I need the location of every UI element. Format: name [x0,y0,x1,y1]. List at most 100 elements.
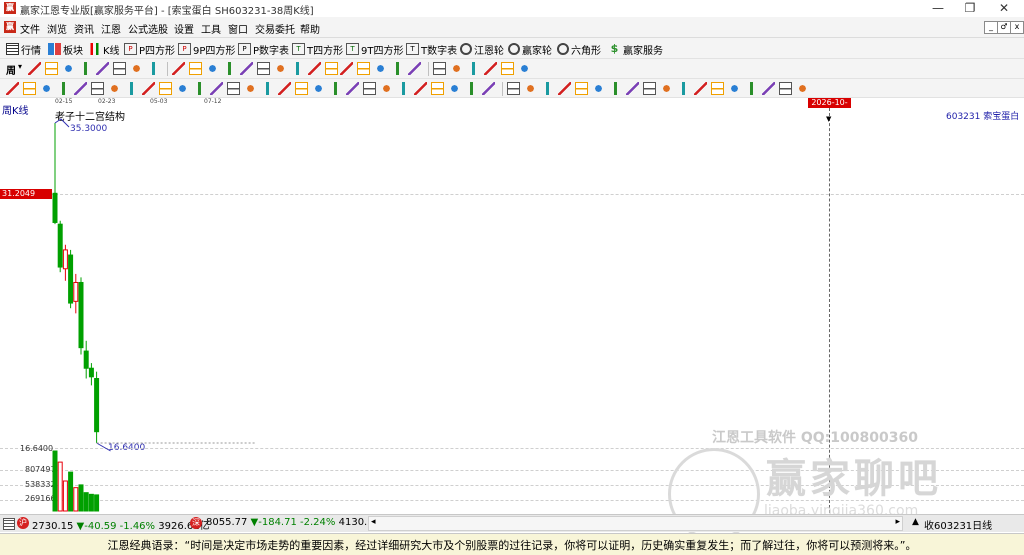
indicator-tool-44-icon[interactable] [745,82,758,95]
p-square-button[interactable]: P P四方形 [124,41,175,57]
indicator-tool-42-icon[interactable] [711,82,724,95]
9p-square-button[interactable]: P 9P四方形 [178,41,235,57]
indicator-tool-5-icon[interactable] [74,82,87,95]
menu-tools[interactable]: 工具 [201,21,221,36]
indicator-tool-37-icon[interactable] [626,82,639,95]
indicator-tool-47-icon[interactable] [796,82,809,95]
indicator-tool-16-icon[interactable] [261,82,274,95]
draw-tool-17-icon[interactable] [308,62,321,75]
indicator-tool-1-icon[interactable] [6,82,19,95]
close-button[interactable]: ✕ [988,0,1020,17]
period-selector[interactable]: 周 [6,62,16,77]
indicator-tool-13-icon[interactable] [210,82,223,95]
draw-tool-18-icon[interactable] [325,62,338,75]
indicator-tool-46-icon[interactable] [779,82,792,95]
line-tool-7-icon[interactable] [450,62,463,75]
draw-tool-1-icon[interactable] [28,62,41,75]
indicator-tool-11-icon[interactable] [176,82,189,95]
indicator-tool-22-icon[interactable] [363,82,376,95]
draw-tool-15-icon[interactable] [274,62,287,75]
indicator-tool-25-icon[interactable] [414,82,427,95]
menu-settings[interactable]: 设置 [174,21,194,36]
indicator-tool-43-icon[interactable] [728,82,741,95]
menu-help[interactable]: 帮助 [300,21,320,36]
indicator-tool-8-icon[interactable] [125,82,138,95]
draw-tool-13-icon[interactable] [240,62,253,75]
draw-tool-6-icon[interactable] [113,62,126,75]
draw-tool-3-icon[interactable] [62,62,75,75]
menu-trade[interactable]: 交易委托 [255,21,295,36]
indicator-tool-6-icon[interactable] [91,82,104,95]
line-tool-8-icon[interactable] [467,62,480,75]
line-tool-10-icon[interactable] [501,62,514,75]
indicator-tool-17-icon[interactable] [278,82,291,95]
menu-browse[interactable]: 浏览 [47,21,67,36]
shenzhen-index-icon[interactable]: 深 [190,517,202,529]
draw-tool-2-icon[interactable] [45,62,58,75]
draw-tool-12-icon[interactable] [223,62,236,75]
chart-area[interactable]: 02-15 02-23 05-03 07-12 周K线 603231 索宝蛋白 … [0,98,1024,540]
kline-button[interactable]: K线 [88,41,120,57]
document-icon[interactable]: 赢 [4,21,16,33]
grid-icon[interactable] [3,518,15,530]
draw-tool-11-icon[interactable] [206,62,219,75]
indicator-tool-38-icon[interactable] [643,82,656,95]
indicator-tool-26-icon[interactable] [431,82,444,95]
mdi-close-button[interactable]: x [1010,21,1024,34]
p-table-button[interactable]: P P数字表 [238,41,289,57]
indicator-tool-18-icon[interactable] [295,82,308,95]
draw-tool-16-icon[interactable] [291,62,304,75]
winner-service-button[interactable]: $ 赢家服务 [608,41,663,57]
indicator-tool-28-icon[interactable] [465,82,478,95]
indicator-tool-2-icon[interactable] [23,82,36,95]
draw-tool-4-icon[interactable] [79,62,92,75]
indicator-tool-14-icon[interactable] [227,82,240,95]
line-tool-5-icon[interactable] [408,62,421,75]
menu-formula-select[interactable]: 公式选股 [128,21,168,36]
menu-info[interactable]: 资讯 [74,21,94,36]
9t-square-button[interactable]: T 9T四方形 [346,41,403,57]
t-square-button[interactable]: T T四方形 [292,41,343,57]
indicator-tool-10-icon[interactable] [159,82,172,95]
line-tool-11-icon[interactable] [518,62,531,75]
indicator-tool-32-icon[interactable] [541,82,554,95]
indicator-tool-21-icon[interactable] [346,82,359,95]
indicator-tool-29-icon[interactable] [482,82,495,95]
draw-tool-7-icon[interactable] [130,62,143,75]
line-tool-3-icon[interactable] [374,62,387,75]
line-tool-4-icon[interactable] [391,62,404,75]
period-dropdown-icon[interactable]: ▾ [18,62,22,71]
sector-button[interactable]: 板块 [48,41,83,57]
scroll-left-icon[interactable]: ◂ [371,517,376,527]
line-tool-2-icon[interactable] [357,62,370,75]
indicator-tool-34-icon[interactable] [575,82,588,95]
draw-tool-10-icon[interactable] [189,62,202,75]
indicator-tool-4-icon[interactable] [57,82,70,95]
indicator-tool-7-icon[interactable] [108,82,121,95]
indicator-tool-40-icon[interactable] [677,82,690,95]
indicator-tool-31-icon[interactable] [524,82,537,95]
gann-wheel-button[interactable]: 江恩轮 [460,41,504,57]
indicator-tool-9-icon[interactable] [142,82,155,95]
draw-tool-14-icon[interactable] [257,62,270,75]
horizontal-scrollbar[interactable]: ◂ ▸ [368,516,903,531]
indicator-tool-33-icon[interactable] [558,82,571,95]
indicator-tool-12-icon[interactable] [193,82,206,95]
indicator-tool-3-icon[interactable] [40,82,53,95]
line-tool-9-icon[interactable] [484,62,497,75]
t-table-button[interactable]: T T数字表 [406,41,457,57]
menu-gann[interactable]: 江恩 [101,21,121,36]
line-tool-6-icon[interactable] [433,62,446,75]
indicator-tool-36-icon[interactable] [609,82,622,95]
indicator-tool-24-icon[interactable] [397,82,410,95]
indicator-tool-35-icon[interactable] [592,82,605,95]
menu-window[interactable]: 窗口 [228,21,248,36]
shanghai-index[interactable]: 2730.15 ▼-40.59 -1.46% 3926.61亿 [32,517,210,532]
mdi-minimize-button[interactable]: _ [984,21,998,34]
draw-tool-5-icon[interactable] [96,62,109,75]
draw-tool-8-icon[interactable] [147,62,160,75]
shanghai-index-icon[interactable]: 沪 [17,517,29,529]
draw-tool-9-icon[interactable] [172,62,185,75]
market-button[interactable]: 行情 [6,41,41,57]
indicator-tool-20-icon[interactable] [329,82,342,95]
